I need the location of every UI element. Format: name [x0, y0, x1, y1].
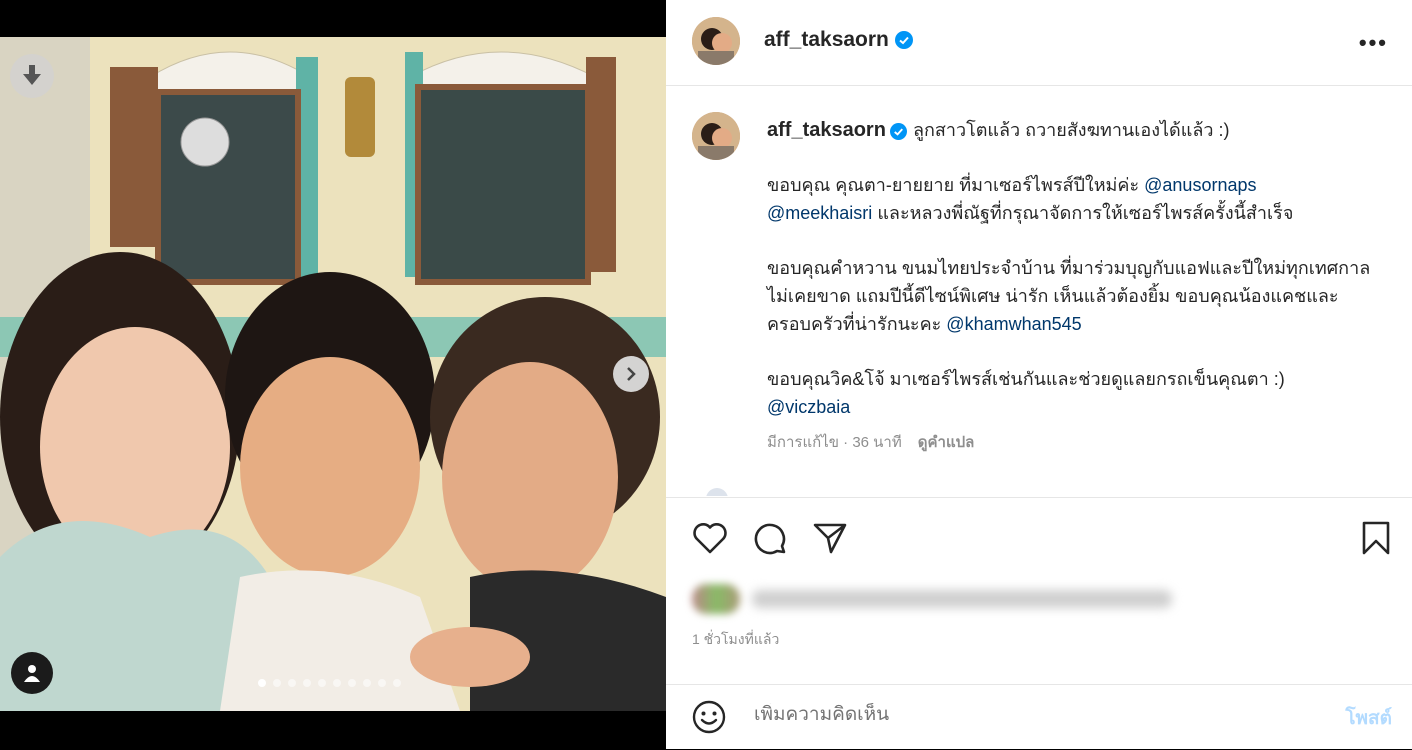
- username-text: aff_taksaorn: [764, 28, 889, 51]
- comments-area: aff_taksaorn ลูกสาวโตแล้ว ถวายสังฆทานเองไ…: [666, 86, 1412, 496]
- mention-link[interactable]: @anusornaps: [1144, 175, 1256, 195]
- avatar[interactable]: [692, 17, 740, 65]
- carousel-dot: [363, 679, 371, 687]
- caption-text: และหลวงพี่ณัฐที่กรุณาจัดการให้เซอร์ไพรส์…: [872, 203, 1294, 223]
- carousel-dot: [333, 679, 341, 687]
- photo-pane: [0, 0, 666, 749]
- download-icon: [23, 65, 41, 85]
- translate-link[interactable]: ดูคำแปล: [918, 434, 975, 451]
- post-header: aff_taksaorn •••: [666, 0, 1412, 86]
- more-options-icon[interactable]: •••: [1359, 30, 1388, 56]
- caption-avatar[interactable]: [692, 112, 740, 160]
- comment-icon: [754, 523, 786, 555]
- avatar-image: [692, 112, 740, 160]
- save-button[interactable]: [1358, 520, 1394, 556]
- post-comment-button[interactable]: โพสต์: [1345, 703, 1392, 733]
- carousel-dot: [273, 679, 281, 687]
- verified-icon: [889, 122, 907, 140]
- chevron-right-icon: [627, 367, 636, 381]
- caption-paragraph: ขอบคุณวิค&โจ้ มาเซอร์ไพรส์เช่นกันและช่วย…: [767, 365, 1387, 421]
- like-button[interactable]: [692, 520, 728, 556]
- next-comment-avatar: [706, 488, 728, 496]
- username-link[interactable]: aff_taksaorn: [764, 28, 913, 52]
- emoji-button[interactable]: [692, 700, 726, 739]
- carousel-dot: [393, 679, 401, 687]
- caption-meta: มีการแก้ไข · 36 นาที ดูคำแปล: [767, 430, 974, 454]
- avatar-image: [692, 17, 740, 65]
- liked-by-text-blurred: [752, 590, 1172, 608]
- post-time[interactable]: 1 ชั่วโมงที่แล้ว: [692, 629, 779, 651]
- carousel-dot: [348, 679, 356, 687]
- user-tag-icon: [24, 665, 40, 682]
- caption-text: ลูกสาวโตแล้ว ถวายสังฆทานเองได้แล้ว :): [912, 120, 1230, 140]
- mention-link[interactable]: @viczbaia: [767, 397, 850, 417]
- caption-text: ขอบคุณวิค&โจ้ มาเซอร์ไพรส์เช่นกันและช่วย…: [767, 369, 1285, 389]
- carousel-indicators: [258, 679, 401, 687]
- comment-input[interactable]: [752, 703, 1316, 727]
- carousel-dot: [258, 679, 266, 687]
- post-photo[interactable]: [0, 37, 666, 711]
- edited-label: มีการแก้ไข · 36 นาที: [767, 434, 902, 451]
- liker-avatars: [692, 584, 740, 614]
- mention-link[interactable]: @meekhaisri: [767, 203, 872, 223]
- carousel-dot: [303, 679, 311, 687]
- post-side-panel: aff_taksaorn ••• aff_taksaorn ลูกสาวโตแล้…: [666, 0, 1412, 749]
- carousel-dot: [318, 679, 326, 687]
- photo-illustration: [0, 37, 666, 711]
- post-caption: aff_taksaorn ลูกสาวโตแล้ว ถวายสังฆทานเองไ…: [767, 116, 1387, 448]
- user-tags-button[interactable]: [11, 652, 53, 694]
- verified-icon: [894, 31, 913, 50]
- caption-username[interactable]: aff_taksaorn: [767, 119, 886, 141]
- share-button[interactable]: [812, 520, 848, 556]
- caption-paragraph: ขอบคุณคำหวาน ขนมไทยประจำบ้าน ที่มาร่วมบุ…: [767, 254, 1387, 338]
- add-comment-bar: โพสต์: [666, 684, 1412, 750]
- liked-by-row[interactable]: [692, 582, 1172, 616]
- share-icon: [813, 523, 847, 554]
- carousel-dot: [288, 679, 296, 687]
- comment-button[interactable]: [752, 520, 788, 556]
- bookmark-icon: [1362, 521, 1390, 555]
- caption-first-line: aff_taksaorn ลูกสาวโตแล้ว ถวายสังฆทานเองไ…: [767, 116, 1387, 144]
- emoji-icon: [692, 700, 726, 734]
- download-button[interactable]: [10, 54, 54, 98]
- caption-text: ขอบคุณ คุณตา-ยายยาย ที่มาเซอร์ไพรส์ปีใหม…: [767, 175, 1145, 195]
- caption-paragraph: ขอบคุณ คุณตา-ยายยาย ที่มาเซอร์ไพรส์ปีใหม…: [767, 171, 1387, 227]
- carousel-next-button[interactable]: [613, 356, 649, 392]
- carousel-dot: [378, 679, 386, 687]
- heart-icon: [693, 523, 727, 554]
- mention-link[interactable]: @khamwhan545: [946, 314, 1081, 334]
- action-bar: [666, 497, 1412, 578]
